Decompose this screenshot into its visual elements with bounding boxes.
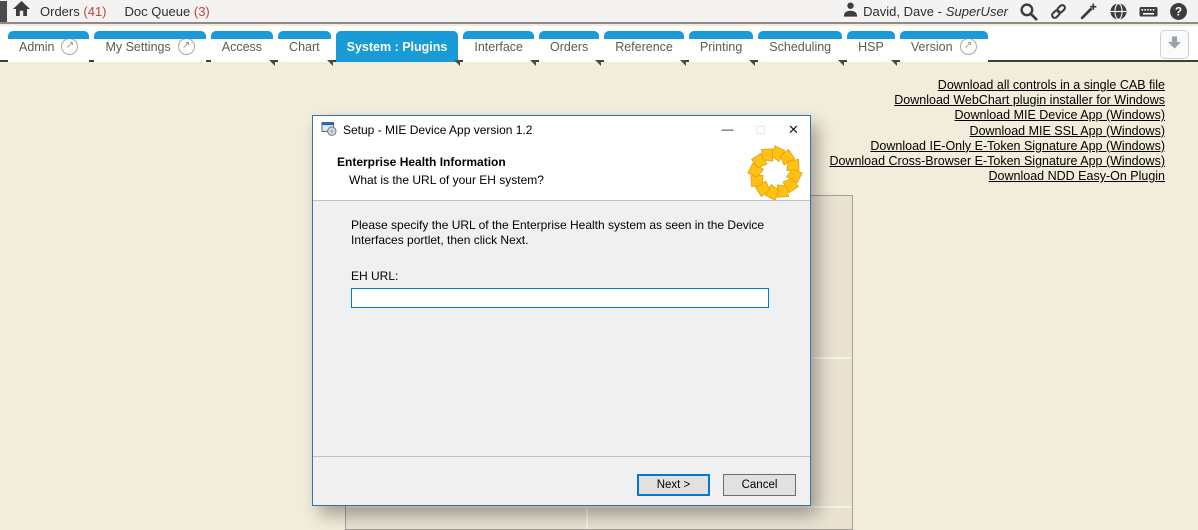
download-panel-button[interactable] xyxy=(1160,30,1189,59)
wand-icon[interactable] xyxy=(1079,2,1098,21)
popout-icon[interactable]: ↗ xyxy=(178,38,195,55)
installer-icon xyxy=(321,120,337,139)
tab-fold-icon xyxy=(530,60,536,66)
dialog-header-subtitle: What is the URL of your EH system? xyxy=(349,173,544,187)
link-cab-file[interactable]: Download all controls in a single CAB fi… xyxy=(829,78,1165,93)
tab-fold-icon xyxy=(838,60,844,66)
tab-label: Printing xyxy=(700,40,742,54)
dialog-body: Please specify the URL of the Enterprise… xyxy=(313,201,810,456)
app-screen: Orders (41) Doc Queue (3) David, Dave - … xyxy=(0,0,1198,530)
tab-label: Scheduling xyxy=(769,40,831,54)
link-ndd-easyon-plugin[interactable]: Download NDD Easy-On Plugin xyxy=(829,169,1165,184)
link-mie-device-app[interactable]: Download MIE Device App (Windows) xyxy=(829,108,1165,123)
eh-url-label: EH URL: xyxy=(351,269,810,283)
portlet-divider xyxy=(586,508,588,529)
search-icon[interactable] xyxy=(1019,2,1038,21)
user-role: SuperUser xyxy=(946,4,1008,19)
tab-label: Admin xyxy=(19,40,54,54)
maximize-button[interactable]: □ xyxy=(744,116,777,143)
tab-chart[interactable]: Chart xyxy=(278,31,331,62)
dialog-header: Enterprise Health Information What is th… xyxy=(313,143,810,201)
setup-dialog: Setup - MIE Device App version 1.2 — □ ✕… xyxy=(312,115,811,506)
globe-icon[interactable] xyxy=(1109,2,1128,21)
cancel-button[interactable]: Cancel xyxy=(723,474,796,496)
tab-fold-icon xyxy=(749,60,755,66)
link-icon[interactable] xyxy=(1049,2,1068,21)
tab-my-settings[interactable]: My Settings ↗ xyxy=(94,31,205,62)
tab-fold-icon xyxy=(595,60,601,66)
link-ie-etoken-app[interactable]: Download IE-Only E-Token Signature App (… xyxy=(829,139,1165,154)
minimize-button[interactable]: — xyxy=(711,116,744,143)
tab-printing[interactable]: Printing xyxy=(689,31,753,62)
tab-access[interactable]: Access xyxy=(211,31,273,62)
tab-label: System : Plugins xyxy=(347,40,448,54)
tab-reference[interactable]: Reference xyxy=(604,31,684,62)
tab-fold-icon xyxy=(269,60,275,66)
dialog-header-title: Enterprise Health Information xyxy=(337,155,506,169)
tab-orders[interactable]: Orders xyxy=(539,31,599,62)
tab-label: Interface xyxy=(474,40,523,54)
keyboard-icon[interactable] xyxy=(1139,2,1158,21)
download-links: Download all controls in a single CAB fi… xyxy=(829,78,1165,184)
download-arrow-icon xyxy=(1166,34,1183,56)
tab-label: Access xyxy=(222,40,262,54)
tab-fold-icon xyxy=(891,60,897,66)
tab-strip: Admin ↗ My Settings ↗ Access Chart System … xyxy=(0,26,1198,62)
tab-admin[interactable]: Admin ↗ xyxy=(8,31,89,62)
tab-system-plugins[interactable]: System : Plugins xyxy=(336,31,459,62)
tab-label: My Settings xyxy=(105,40,170,54)
nav-doc-queue-label: Doc Queue xyxy=(124,4,190,19)
popout-icon[interactable]: ↗ xyxy=(61,38,78,55)
dialog-title-bar[interactable]: Setup - MIE Device App version 1.2 — □ ✕ xyxy=(313,116,810,143)
help-icon[interactable]: ? xyxy=(1169,2,1188,21)
tab-label: Chart xyxy=(289,40,320,54)
nav-orders-label: Orders xyxy=(40,4,80,19)
home-icon xyxy=(12,0,31,22)
window-controls: — □ ✕ xyxy=(711,116,810,143)
eh-url-input[interactable] xyxy=(351,288,769,308)
tab-label: Reference xyxy=(615,40,673,54)
nav-doc-queue[interactable]: Doc Queue (3) xyxy=(124,4,209,19)
home-button[interactable] xyxy=(12,2,32,20)
tab-label: HSP xyxy=(858,40,884,54)
tab-fold-icon xyxy=(680,60,686,66)
close-button[interactable]: ✕ xyxy=(777,116,810,143)
nav-orders-count: (41) xyxy=(83,4,106,19)
portlet-divider xyxy=(346,506,852,508)
link-crossbrowser-etoken-app[interactable]: Download Cross-Browser E-Token Signature… xyxy=(829,154,1165,169)
tab-scheduling[interactable]: Scheduling xyxy=(758,31,842,62)
top-bar-right: David, Dave - SuperUser ? xyxy=(842,1,1198,21)
tabs: Admin ↗ My Settings ↗ Access Chart System … xyxy=(8,31,988,62)
enterprise-health-logo-icon xyxy=(746,144,804,205)
left-edge-strip xyxy=(0,1,7,22)
tab-interface[interactable]: Interface xyxy=(463,31,534,62)
nav-doc-queue-count: (3) xyxy=(194,4,210,19)
nav-orders[interactable]: Orders (41) xyxy=(40,4,106,19)
dialog-footer: Next > Cancel xyxy=(313,456,810,505)
link-webchart-plugin-installer[interactable]: Download WebChart plugin installer for W… xyxy=(829,93,1165,108)
top-bar: Orders (41) Doc Queue (3) David, Dave - … xyxy=(0,0,1198,24)
tab-fold-icon xyxy=(327,60,333,66)
dialog-title: Setup - MIE Device App version 1.2 xyxy=(343,123,532,137)
next-button[interactable]: Next > xyxy=(637,474,710,496)
current-user[interactable]: David, Dave - SuperUser xyxy=(842,1,1008,21)
tab-label: Version xyxy=(911,40,953,54)
tab-hsp[interactable]: HSP xyxy=(847,31,895,62)
link-mie-ssl-app[interactable]: Download MIE SSL App (Windows) xyxy=(829,124,1165,139)
tab-fold-icon xyxy=(454,60,460,66)
dialog-instructions: Please specify the URL of the Enterprise… xyxy=(351,218,803,248)
tab-label: Orders xyxy=(550,40,588,54)
popout-icon[interactable]: ↗ xyxy=(960,38,977,55)
user-icon xyxy=(842,1,859,21)
svg-text:?: ? xyxy=(1175,5,1182,18)
tab-version[interactable]: Version ↗ xyxy=(900,31,988,62)
user-name: David, Dave - xyxy=(863,4,942,19)
top-nav: Orders (41) Doc Queue (3) xyxy=(40,4,210,19)
